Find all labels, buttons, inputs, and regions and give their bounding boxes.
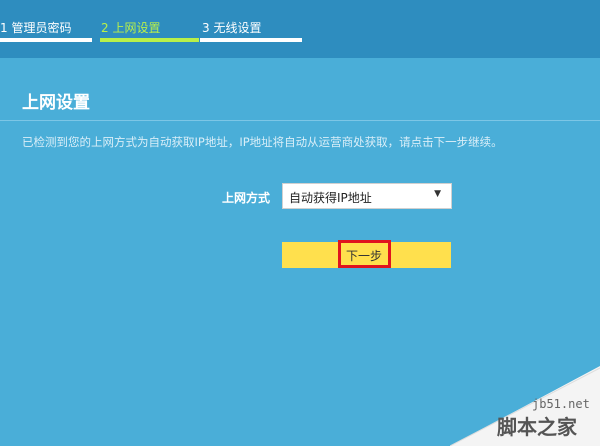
step-internet-settings-underline [100,38,199,42]
step-internet-settings: 2 上网设置 [101,21,161,35]
wizard-step-bar: 1 管理员密码 2 上网设置 3 无线设置 [0,0,600,58]
step-admin-password-underline [0,38,92,42]
next-button-label: 下一步 [346,249,383,263]
dropdown-arrow-icon: ▼ [434,189,441,199]
page-title: 上网设置 [22,93,90,113]
title-divider [0,120,600,121]
next-button[interactable]: 下一步 [282,240,451,268]
step-wireless-settings: 3 无线设置 [202,21,262,35]
step-wireless-settings-underline [200,38,302,42]
step-admin-password: 1 管理员密码 [0,21,72,35]
connection-type-value: 自动获得IP地址 [289,191,372,205]
connection-type-select[interactable]: 自动获得IP地址 ▼ [282,183,452,209]
watermark-site: jb51.net [532,397,590,411]
page-description: 已检测到您的上网方式为自动获取IP地址，IP地址将自动从运营商处获取，请点击下一… [22,135,503,149]
connection-type-label: 上网方式 [222,191,271,205]
watermark-name: 脚本之家 [497,415,577,439]
